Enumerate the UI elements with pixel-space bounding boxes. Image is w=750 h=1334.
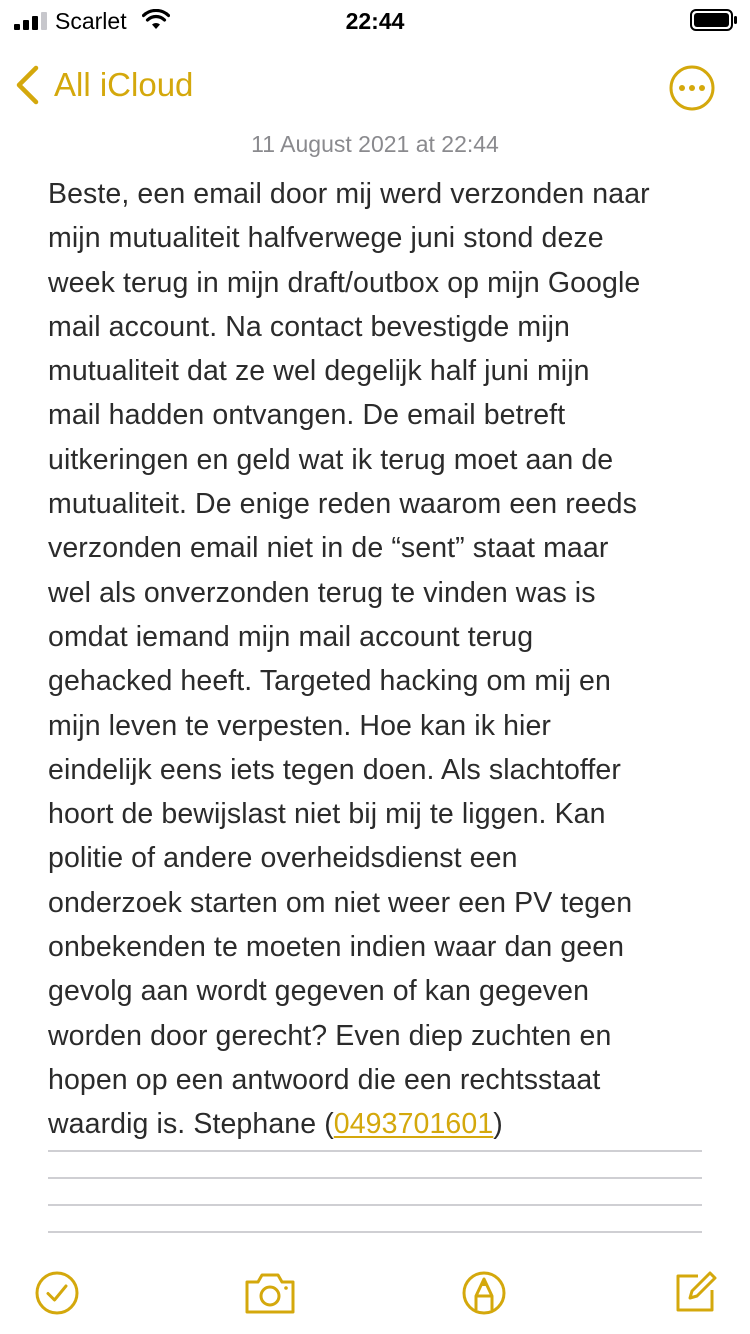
note-line: mutualiteit dat ze wel degelijk half jun… xyxy=(48,355,590,388)
note-closing-paren: ) xyxy=(493,1108,503,1141)
note-line: gehacked heeft. Targeted hacking om mij … xyxy=(48,665,611,698)
ruled-line xyxy=(48,1231,702,1233)
ruled-line xyxy=(48,1204,702,1206)
note-line: onbekenden te moeten indien waar dan gee… xyxy=(48,931,625,964)
note-line: week terug in mijn draft/outbox op mijn … xyxy=(48,266,641,299)
note-line: onderzoek starten om niet weer een PV te… xyxy=(48,886,633,919)
bottom-toolbar xyxy=(0,1262,750,1322)
note-line: omdat iemand mijn mail account terug xyxy=(48,620,534,653)
note-last-line: waardig is. Stephane (0493701601) xyxy=(48,1102,700,1146)
note-line: wel als onverzonden terug te vinden was … xyxy=(48,576,596,609)
note-signature-text: waardig is. Stephane ( xyxy=(48,1108,334,1141)
note-line: eindelijk eens iets tegen doen. Als slac… xyxy=(48,753,621,786)
camera-button[interactable] xyxy=(243,1270,297,1316)
checklist-button[interactable] xyxy=(34,1270,80,1316)
note-line: mijn mutualiteit halfverwege juni stond … xyxy=(48,222,604,255)
navigation-bar: All iCloud xyxy=(0,50,750,120)
ruled-line xyxy=(48,1150,702,1152)
markup-pen-icon xyxy=(462,1271,506,1315)
status-bar: Scarlet 22:44 xyxy=(0,0,750,42)
note-line: gevolg aan wordt gegeven of kan gegeven xyxy=(48,975,590,1008)
back-button-label: All iCloud xyxy=(54,66,194,103)
markup-button[interactable] xyxy=(461,1270,507,1316)
note-line: worden door gerecht? Even diep zuchten e… xyxy=(48,1019,612,1052)
note-line: verzonden email niet in de “sent” staat … xyxy=(48,532,609,565)
note-body[interactable]: Beste, een email door mij werd verzonden… xyxy=(48,172,700,1147)
note-line: hoort de bewijslast niet bij mij te ligg… xyxy=(48,798,606,831)
battery-icon xyxy=(690,9,737,31)
checklist-icon xyxy=(35,1271,79,1315)
compose-button[interactable] xyxy=(672,1270,718,1316)
note-line: mail account. Na contact bevestigde mijn xyxy=(48,310,571,343)
phone-number-link[interactable]: 0493701601 xyxy=(334,1108,494,1140)
back-button[interactable]: All iCloud xyxy=(14,60,193,110)
chevron-left-icon xyxy=(16,65,39,105)
compose-icon xyxy=(676,1271,717,1312)
note-line: Beste, een email door mij werd verzonden… xyxy=(48,178,650,210)
note-line: mijn leven te verpesten. Hoe kan ik hier xyxy=(48,709,552,742)
ruled-line xyxy=(48,1177,702,1179)
status-time: 22:44 xyxy=(345,8,405,34)
note-line: hopen op een antwoord die een rechtsstaa… xyxy=(48,1063,601,1096)
ellipsis-circle-icon[interactable] xyxy=(668,64,716,112)
note-line: politie of andere overheidsdienst een xyxy=(48,842,518,875)
camera-icon xyxy=(245,1273,295,1314)
note-line: uitkeringen en geld wat ik terug moet aa… xyxy=(48,443,614,476)
notes-screen: Scarlet 22:44 All iCloud 11 August 2021 … xyxy=(0,0,750,1334)
note-date: 11 August 2021 at 22:44 xyxy=(251,131,499,157)
note-line: mutualiteit. De enige reden waarom een r… xyxy=(48,488,637,521)
note-line: mail hadden ontvangen. De email betreft xyxy=(48,399,566,432)
